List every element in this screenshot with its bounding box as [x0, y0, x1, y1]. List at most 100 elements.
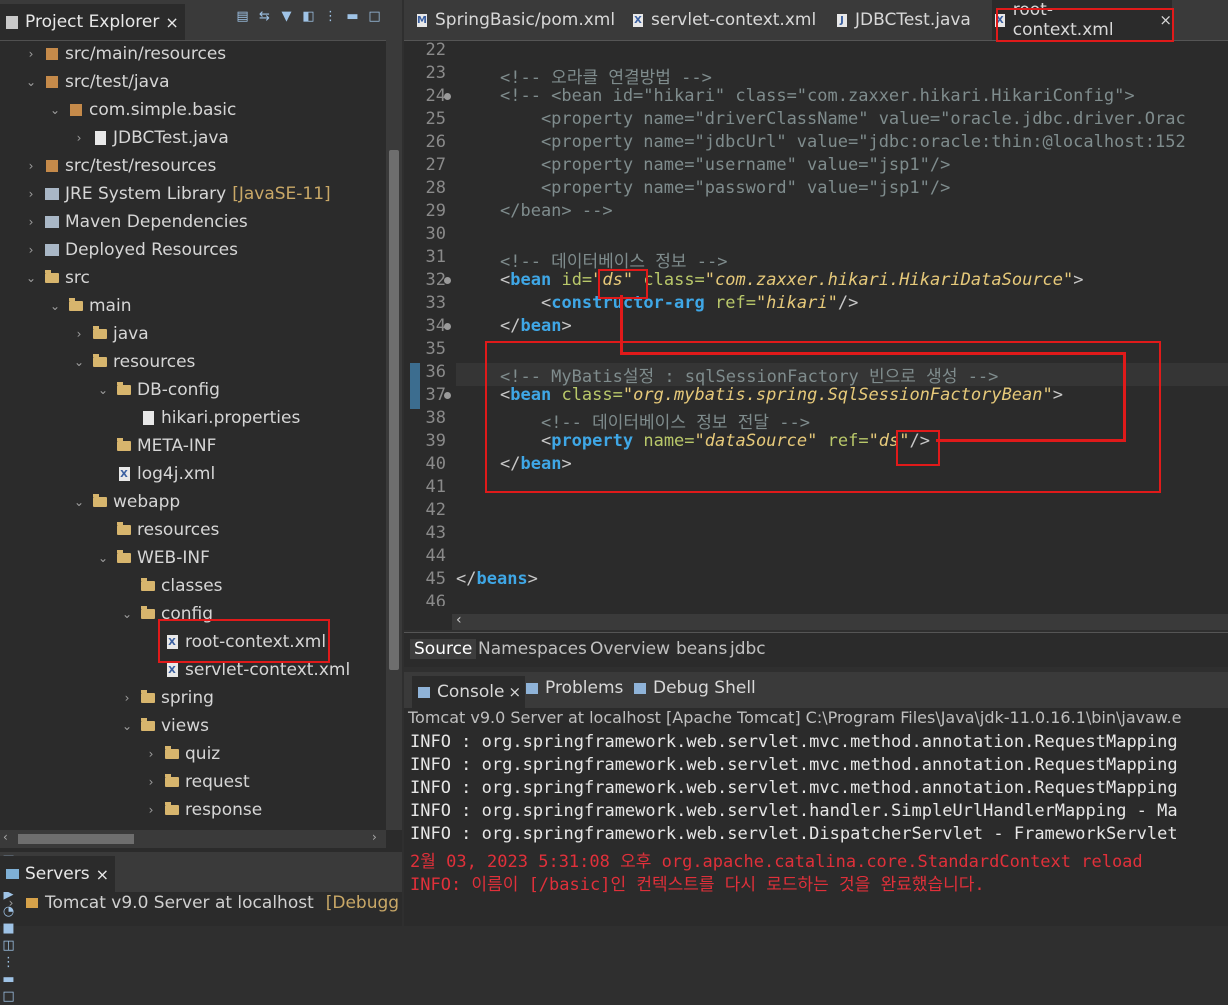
- folder-icon: [92, 326, 108, 342]
- publish-icon[interactable]: ◫: [0, 937, 17, 954]
- scroll-left-icon[interactable]: ‹: [3, 830, 8, 844]
- tree-item-label: Maven Dependencies: [65, 212, 248, 232]
- tree-item[interactable]: ⌄ src/test/java: [24, 68, 170, 96]
- expand-toggle-icon[interactable]: ›: [24, 215, 38, 229]
- expand-toggle-icon[interactable]: ›: [144, 775, 158, 789]
- code-area[interactable]: 22 23 <!-- 오라클 연결방법 --> 24 <!-- <bean id="hi…: [404, 40, 1228, 606]
- tree-item[interactable]: › request: [144, 768, 250, 796]
- expand-toggle-icon[interactable]: ›: [144, 747, 158, 761]
- view-menu-icon[interactable]: ⋮: [0, 954, 17, 971]
- tree-item[interactable]: ⌄ webapp: [72, 488, 180, 516]
- close-icon[interactable]: ×: [509, 683, 522, 701]
- tree-item[interactable]: ⌄ WEB-INF: [96, 544, 210, 572]
- console-tab[interactable]: Problems: [524, 678, 623, 698]
- debug-shell-icon: [632, 680, 648, 696]
- expand-toggle-icon[interactable]: ⌄: [24, 271, 38, 285]
- annotation-connector: [1123, 352, 1126, 442]
- tree-item[interactable]: › src/test/resources: [24, 152, 217, 180]
- link-editor-icon[interactable]: ⇆: [256, 8, 273, 25]
- collapse-all-icon[interactable]: ▤: [234, 8, 251, 25]
- fold-icon[interactable]: [444, 93, 451, 100]
- fold-icon[interactable]: [444, 323, 451, 330]
- tree-item[interactable]: Xlog4j.xml: [96, 460, 215, 488]
- expand-toggle-icon[interactable]: ›: [24, 187, 38, 201]
- server-row[interactable]: › Tomcat v9.0 Server at localhost [Debug…: [0, 890, 400, 916]
- expand-toggle-icon[interactable]: ›: [24, 47, 38, 61]
- fold-icon[interactable]: [444, 392, 451, 399]
- minimize-icon[interactable]: ▬: [0, 971, 17, 988]
- editor-page-tab-jdbc[interactable]: jdbc: [730, 639, 766, 659]
- tree-item[interactable]: ⌄ com.simple.basic: [48, 96, 236, 124]
- tree-item[interactable]: › JRE System Library [JavaSE-11]: [24, 180, 331, 208]
- expand-toggle-icon[interactable]: ⌄: [48, 103, 62, 117]
- expand-toggle-icon[interactable]: ⌄: [24, 75, 38, 89]
- editor-tab[interactable]: Xservlet-context.xml: [630, 0, 826, 40]
- expand-toggle-icon[interactable]: ⌄: [120, 607, 134, 621]
- tree-item[interactable]: › response: [144, 796, 263, 824]
- expand-toggle-icon[interactable]: ›: [72, 327, 86, 341]
- expand-toggle-icon[interactable]: ⌄: [96, 551, 110, 565]
- scrollbar-thumb[interactable]: [389, 150, 399, 670]
- expand-toggle-icon[interactable]: ⌄: [96, 383, 110, 397]
- expand-toggle-icon[interactable]: ›: [72, 131, 86, 145]
- expand-toggle-icon[interactable]: ›: [144, 803, 158, 817]
- tree-item-label: views: [161, 716, 210, 736]
- servers-tab[interactable]: Servers ×: [0, 856, 116, 892]
- focus-icon[interactable]: ◧: [300, 8, 317, 25]
- tree-item[interactable]: ⌄ main: [48, 292, 132, 320]
- console-tab[interactable]: Debug Shell: [632, 678, 756, 698]
- tree-item[interactable]: › JDBCTest.java: [72, 124, 229, 152]
- project-explorer-tab[interactable]: Project Explorer ×: [0, 4, 185, 40]
- editor-page-tab-beans[interactable]: beans: [676, 639, 727, 659]
- code-line: <property name="username" value="jsp1"/>: [500, 155, 951, 175]
- close-icon[interactable]: ×: [96, 865, 109, 884]
- editor-tab[interactable]: J JDBCTest.java: [834, 0, 986, 40]
- scrollbar-thumb[interactable]: [18, 834, 134, 844]
- editor-page-tab-source[interactable]: Source: [410, 639, 477, 659]
- tree-item[interactable]: ⌄ views: [120, 712, 209, 740]
- tree-item[interactable]: ⌄ src: [24, 264, 90, 292]
- tree-item[interactable]: META-INF: [96, 432, 216, 460]
- maximize-icon[interactable]: □: [366, 8, 383, 25]
- expand-icon[interactable]: ›: [4, 896, 18, 910]
- line-number: 25: [425, 109, 446, 129]
- tree-item[interactable]: hikari.properties: [120, 404, 300, 432]
- tree-item[interactable]: resources: [96, 516, 219, 544]
- view-menu-icon[interactable]: ⋮: [322, 8, 339, 25]
- tree-item[interactable]: ⌄ resources: [72, 348, 195, 376]
- expand-toggle-icon[interactable]: ›: [24, 243, 38, 257]
- scroll-left-icon[interactable]: ‹: [456, 612, 462, 628]
- tree-item[interactable]: › Deployed Resources: [24, 236, 238, 264]
- tree-vertical-scrollbar[interactable]: [386, 40, 402, 830]
- editor-page-tab-namespaces[interactable]: Namespaces: [478, 639, 587, 659]
- expand-toggle-icon[interactable]: ⌄: [72, 495, 86, 509]
- annotation-connector: [620, 295, 623, 355]
- editor-horizontal-scrollbar[interactable]: ‹: [452, 612, 1228, 630]
- expand-toggle-icon[interactable]: ⌄: [72, 355, 86, 369]
- tree-item[interactable]: › spring: [120, 684, 214, 712]
- code-line: <bean id="ds" class="com.zaxxer.hikari.H…: [500, 270, 1084, 290]
- close-icon[interactable]: ×: [165, 13, 178, 32]
- expand-toggle-icon[interactable]: ⌄: [120, 719, 134, 733]
- filter-icon[interactable]: ▼: [278, 8, 295, 25]
- tree-horizontal-scrollbar[interactable]: ‹ ›: [0, 830, 386, 848]
- tree-item[interactable]: › java: [72, 320, 149, 348]
- expand-toggle-icon[interactable]: ›: [24, 159, 38, 173]
- tree-item[interactable]: classes: [120, 572, 223, 600]
- expand-toggle-icon[interactable]: ⌄: [48, 299, 62, 313]
- tree-item[interactable]: › src/main/resources: [24, 40, 227, 68]
- expand-toggle-icon[interactable]: ›: [120, 691, 134, 705]
- tree-item[interactable]: ⌄ DB-config: [96, 376, 220, 404]
- editor-page-tab-overview[interactable]: Overview: [590, 639, 670, 659]
- fold-icon[interactable]: [444, 277, 451, 284]
- project-tree: › src/main/resources ⌄ src/test/java ⌄ com.si…: [0, 40, 386, 830]
- maximize-icon[interactable]: □: [0, 988, 17, 1005]
- minimize-icon[interactable]: ▬: [344, 8, 361, 25]
- console-tab[interactable]: Console ×: [412, 676, 526, 708]
- stop-icon[interactable]: ■: [0, 920, 17, 937]
- scroll-right-icon[interactable]: ›: [372, 830, 377, 844]
- editor-tab[interactable]: M SpringBasic/pom.xml: [414, 0, 624, 40]
- tree-item[interactable]: › quiz: [144, 740, 221, 768]
- console-line: INFO: 이름이 [/basic]인 컨텍스트를 다시 로드하는 것을 완료했…: [410, 875, 985, 895]
- tree-item[interactable]: › Maven Dependencies: [24, 208, 248, 236]
